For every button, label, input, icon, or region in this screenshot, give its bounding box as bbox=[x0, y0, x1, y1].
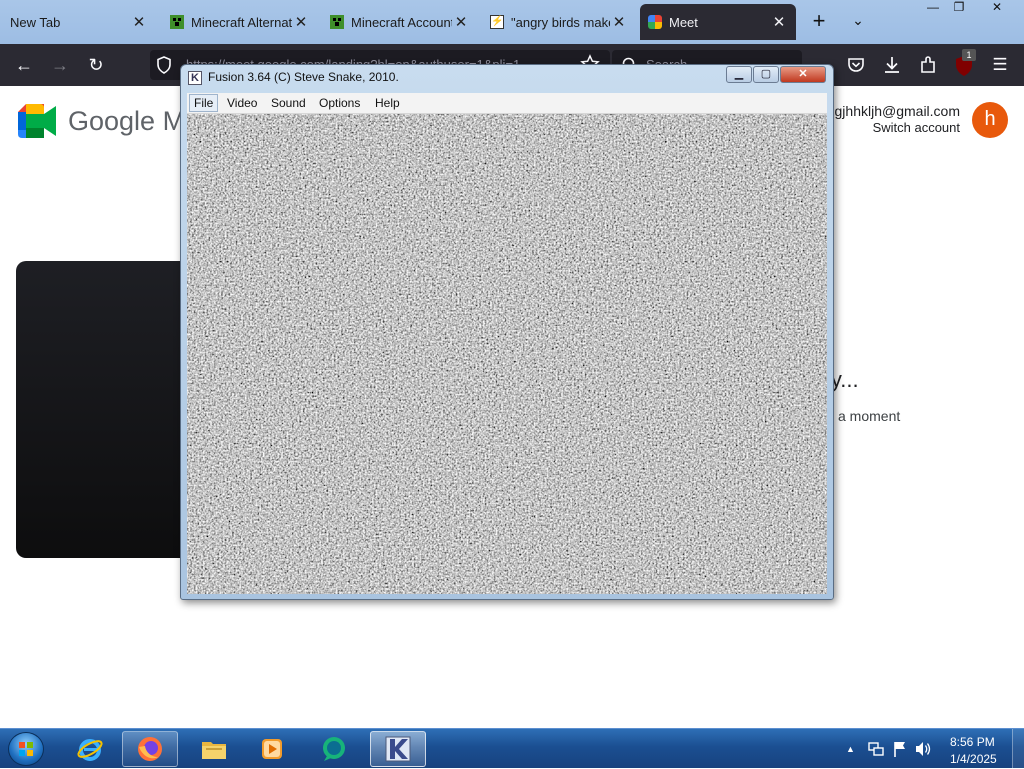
meet-icon bbox=[648, 15, 662, 29]
window-close-button[interactable]: ✕ bbox=[980, 0, 1014, 16]
creeper-icon bbox=[330, 15, 344, 29]
browser-tab-bar: New Tab ✕ Minecraft Alternati ✕ Minecraf… bbox=[0, 0, 1024, 44]
pocket-icon[interactable] bbox=[846, 55, 866, 75]
bolt-icon: ⚡ bbox=[490, 15, 504, 29]
switch-account-link[interactable]: Switch account bbox=[873, 120, 960, 135]
minimize-button[interactable]: ▁ bbox=[726, 66, 752, 83]
maximize-button[interactable]: ▢ bbox=[753, 66, 779, 83]
clock-date[interactable]: 1/4/2025 bbox=[950, 752, 997, 766]
fusion-app-icon[interactable]: K bbox=[188, 71, 202, 85]
close-icon[interactable]: ✕ bbox=[292, 13, 310, 31]
action-center-flag-icon[interactable] bbox=[892, 740, 908, 758]
getting-ready-subtext: a moment bbox=[838, 408, 901, 424]
tab-meet[interactable]: Meet ✕ bbox=[640, 4, 796, 40]
tab-title: Minecraft Account bbox=[351, 14, 452, 30]
account-email: gjhhkljh@gmail.com bbox=[834, 103, 960, 119]
close-icon[interactable]: ✕ bbox=[770, 13, 788, 31]
window-title: Fusion 3.64 (C) Steve Snake, 2010. bbox=[208, 70, 399, 84]
back-button[interactable]: ← bbox=[12, 53, 36, 77]
avatar[interactable]: h bbox=[972, 102, 1008, 138]
menu-file[interactable]: File bbox=[189, 94, 219, 112]
extension-badge: 1 bbox=[962, 49, 976, 61]
emulator-screen[interactable] bbox=[187, 114, 827, 594]
new-tab-button[interactable]: + bbox=[808, 10, 830, 34]
google-meet-logo-icon bbox=[18, 104, 56, 138]
media-player-icon[interactable] bbox=[244, 731, 300, 767]
menu-help[interactable]: Help bbox=[371, 95, 404, 111]
show-hidden-icons-button[interactable]: ▲ bbox=[846, 744, 855, 754]
reload-button[interactable]: ↻ bbox=[84, 53, 108, 77]
menu-bar: File Video Sound Options Help bbox=[187, 93, 827, 114]
close-button[interactable]: ✕ bbox=[780, 66, 826, 83]
show-desktop-button[interactable] bbox=[1012, 729, 1024, 769]
tab-title: Meet bbox=[669, 14, 698, 30]
menu-video[interactable]: Video bbox=[223, 95, 261, 111]
file-explorer-icon[interactable] bbox=[186, 731, 242, 767]
camera-preview bbox=[16, 261, 196, 558]
meet-wordmark: Google M bbox=[68, 106, 186, 136]
tab-title: New Tab bbox=[10, 14, 61, 30]
menu-options[interactable]: Options bbox=[315, 95, 364, 111]
shield-icon[interactable] bbox=[156, 56, 172, 74]
tab-new-tab[interactable]: New Tab ✕ bbox=[2, 4, 156, 40]
extensions-icon[interactable] bbox=[918, 55, 938, 75]
tab-title: Minecraft Alternati bbox=[191, 14, 292, 30]
volume-icon[interactable] bbox=[914, 740, 932, 758]
window-restore-button[interactable]: ❐ bbox=[942, 0, 976, 16]
forward-button[interactable]: → bbox=[48, 53, 72, 77]
chat-app-icon[interactable] bbox=[306, 731, 362, 767]
tab-angry-birds[interactable]: ⚡ "angry birds maker ✕ bbox=[482, 4, 636, 40]
downloads-icon[interactable] bbox=[882, 55, 902, 75]
close-icon[interactable]: ✕ bbox=[130, 13, 148, 31]
taskbar: ▲ 8:56 PM 1/4/2025 bbox=[0, 728, 1024, 769]
tab-title: "angry birds maker bbox=[511, 14, 610, 30]
fusion-window: K Fusion 3.64 (C) Steve Snake, 2010. ▁ ▢… bbox=[180, 64, 834, 600]
static-noise bbox=[187, 114, 827, 594]
clock-time[interactable]: 8:56 PM bbox=[950, 735, 995, 749]
list-all-tabs-button[interactable]: ⌄ bbox=[848, 12, 868, 32]
tab-minecraft-account[interactable]: Minecraft Account ✕ bbox=[322, 4, 478, 40]
creeper-icon bbox=[170, 15, 184, 29]
network-icon[interactable] bbox=[868, 741, 884, 757]
app-menu-button[interactable]: ☰ bbox=[990, 55, 1010, 75]
firefox-icon[interactable] bbox=[122, 731, 178, 767]
internet-explorer-icon[interactable] bbox=[62, 731, 118, 767]
menu-sound[interactable]: Sound bbox=[267, 95, 310, 111]
tab-minecraft-alternative[interactable]: Minecraft Alternati ✕ bbox=[162, 4, 318, 40]
fusion-icon[interactable] bbox=[370, 731, 426, 767]
close-icon[interactable]: ✕ bbox=[610, 13, 628, 31]
close-icon[interactable]: ✕ bbox=[452, 13, 470, 31]
start-button[interactable] bbox=[8, 732, 44, 766]
